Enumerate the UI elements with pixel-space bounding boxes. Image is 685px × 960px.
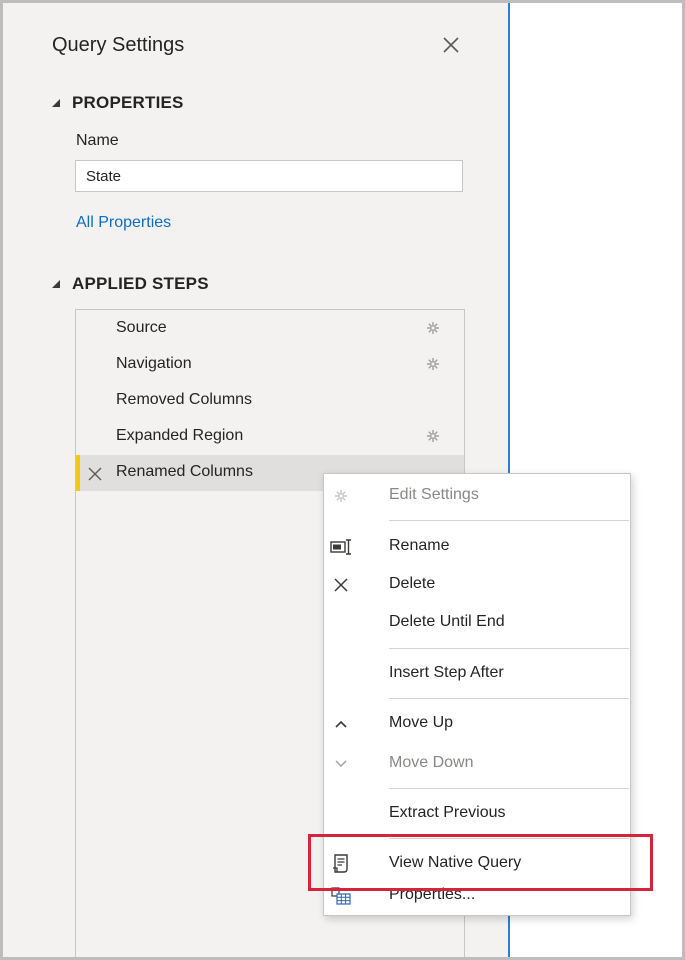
- menu-item-label: Move Down: [389, 754, 474, 771]
- properties-header[interactable]: PROPERTIES: [52, 93, 184, 113]
- delete-x-icon[interactable]: [88, 467, 102, 481]
- step-label: Expanded Region: [116, 427, 244, 444]
- step-expanded-region[interactable]: Expanded Region: [76, 419, 464, 455]
- chevron-up-icon: [335, 720, 347, 728]
- menu-item-extract-previous[interactable]: Extract Previous: [324, 796, 630, 832]
- applied-steps-header-label: APPLIED STEPS: [72, 274, 209, 293]
- gear-icon[interactable]: [426, 357, 440, 371]
- menu-item-label: Edit Settings: [389, 486, 479, 503]
- name-label: Name: [76, 132, 119, 149]
- properties-header-label: PROPERTIES: [72, 93, 184, 112]
- selected-indicator: [76, 455, 80, 491]
- step-navigation[interactable]: Navigation: [76, 347, 464, 383]
- name-input[interactable]: [75, 160, 463, 192]
- collapse-triangle-icon: [52, 99, 60, 107]
- gear-icon[interactable]: [426, 429, 440, 443]
- menu-item-insert-step-after[interactable]: Insert Step After: [324, 656, 630, 692]
- step-source[interactable]: Source: [76, 311, 464, 347]
- menu-separator: [389, 520, 629, 521]
- step-removed-columns[interactable]: Removed Columns: [76, 383, 464, 419]
- menu-item-label: Delete Until End: [389, 613, 505, 630]
- menu-separator: [389, 788, 629, 789]
- close-icon: [443, 37, 459, 53]
- menu-item-label: Delete: [389, 575, 436, 592]
- gear-icon[interactable]: [426, 321, 440, 335]
- step-label: Removed Columns: [116, 391, 253, 408]
- delete-icon: [334, 578, 348, 592]
- menu-item-move-up[interactable]: Move Up: [324, 706, 630, 742]
- menu-item-rename[interactable]: Rename: [324, 529, 630, 565]
- applied-steps-header[interactable]: APPLIED STEPS: [52, 274, 209, 294]
- collapse-triangle-icon: [52, 280, 60, 288]
- menu-item-edit-settings[interactable]: Edit Settings: [324, 478, 630, 514]
- menu-item-move-down[interactable]: Move Down: [324, 746, 630, 782]
- highlight-box: [308, 834, 653, 891]
- rename-icon: [330, 539, 351, 555]
- menu-separator: [389, 648, 629, 649]
- menu-item-label: Extract Previous: [389, 804, 506, 821]
- pane-title: Query Settings: [52, 34, 185, 56]
- close-button[interactable]: [438, 32, 464, 58]
- menu-separator: [389, 698, 629, 699]
- all-properties-link[interactable]: All Properties: [76, 214, 171, 232]
- menu-item-delete-until-end[interactable]: Delete Until End: [324, 605, 630, 641]
- step-label: Source: [116, 319, 167, 336]
- step-label: Navigation: [116, 355, 192, 372]
- menu-item-label: Insert Step After: [389, 664, 504, 681]
- step-label: Renamed Columns: [116, 463, 253, 480]
- menu-item-delete[interactable]: Delete: [324, 567, 630, 603]
- chevron-down-icon: [335, 760, 347, 767]
- menu-item-label: Move Up: [389, 714, 454, 731]
- gear-icon: [335, 490, 347, 502]
- menu-item-label: Rename: [389, 537, 450, 554]
